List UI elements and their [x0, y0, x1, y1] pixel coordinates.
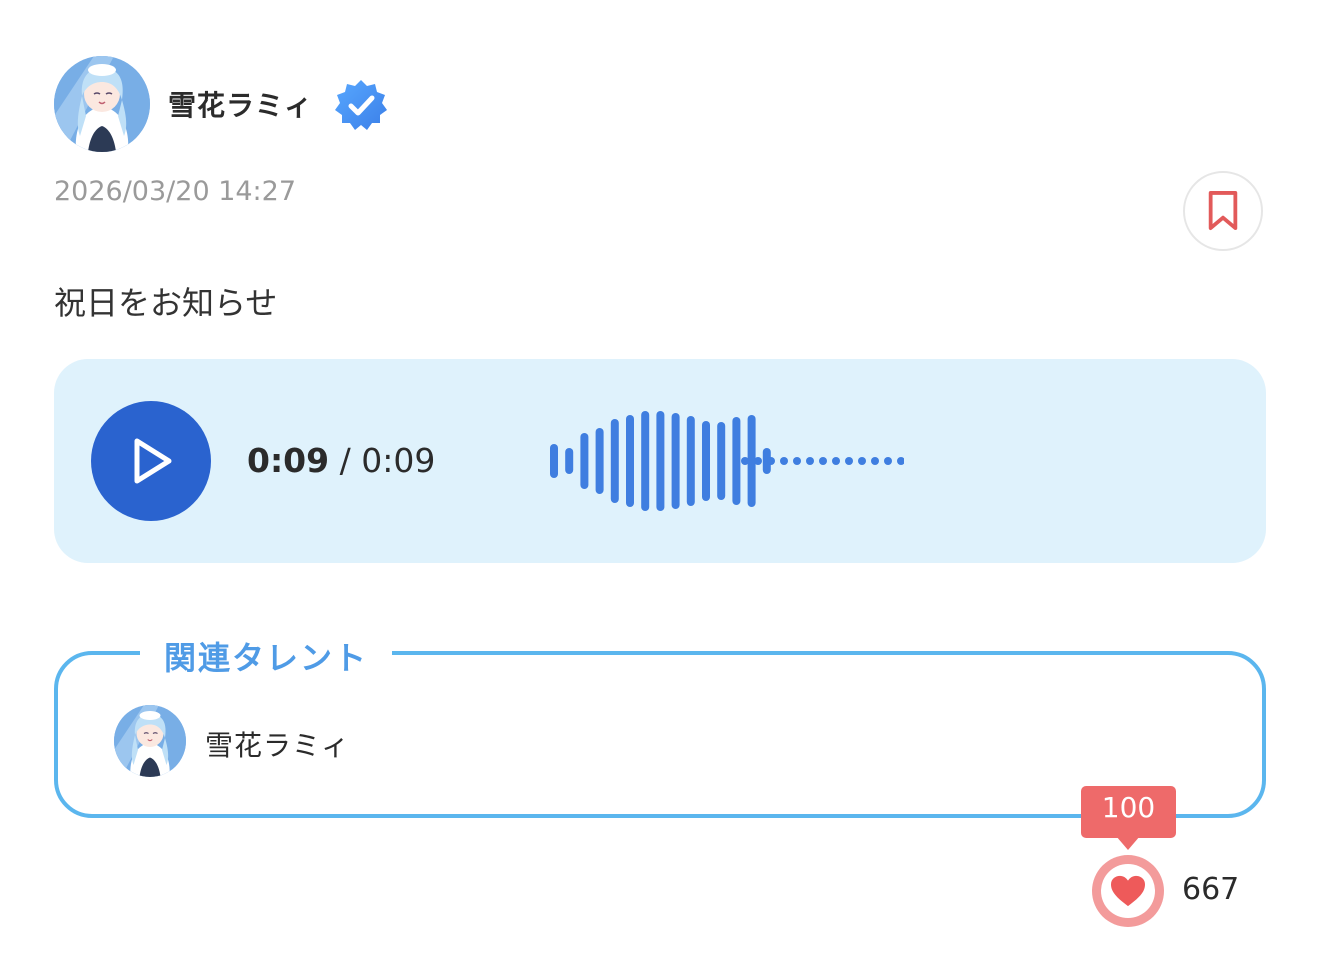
waveform-dot [806, 457, 814, 465]
avatar-image [114, 705, 186, 777]
post-body-text: 祝日をお知らせ [54, 284, 278, 322]
waveform-dot [858, 457, 866, 465]
audio-player: 0:09 / 0:09 [54, 359, 1266, 563]
waveform-dot [767, 457, 775, 465]
waveform-bar [702, 421, 710, 501]
audio-waveform[interactable] [484, 389, 904, 529]
post-timestamp: 2026/03/20 14:27 [54, 176, 297, 207]
badge-tail [1116, 836, 1140, 850]
verified-badge-icon [334, 78, 388, 132]
waveform-bar [732, 417, 741, 505]
time-readout: 0:09 / 0:09 [247, 441, 435, 480]
like-button[interactable] [1092, 855, 1164, 927]
waveform-bar [686, 416, 695, 506]
waveform-bar [580, 433, 589, 489]
waveform-dot [832, 457, 840, 465]
related-talent-title: 関連タレント [140, 636, 393, 680]
waveform-bar [641, 411, 650, 511]
like-count: 667 [1182, 872, 1240, 907]
author-avatar[interactable] [54, 56, 150, 152]
waveform-dot [780, 457, 788, 465]
bookmark-icon [1208, 191, 1238, 230]
waveform-dot [793, 457, 801, 465]
waveform-bar [595, 428, 604, 494]
reaction-count-badge: 100 [1081, 786, 1176, 838]
talent-name[interactable]: 雪花ラミィ [205, 724, 350, 764]
play-icon [134, 438, 172, 484]
waveform-dot [871, 457, 879, 465]
time-separator: / [339, 441, 351, 480]
waveform-bar [550, 444, 558, 478]
current-time: 0:09 [247, 441, 330, 480]
waveform-bar [626, 415, 634, 507]
heart-icon [1111, 875, 1145, 907]
waveform-dot [897, 457, 904, 465]
waveform-dot [884, 457, 892, 465]
waveform-bar [610, 419, 619, 503]
talent-avatar[interactable] [114, 705, 186, 777]
waveform-bar [656, 411, 665, 511]
like-button-inner [1101, 864, 1155, 918]
waveform-dot [754, 457, 762, 465]
waveform-dot [819, 457, 827, 465]
avatar-image [54, 56, 150, 152]
total-duration: 0:09 [361, 441, 436, 480]
waveform-bar [671, 413, 680, 509]
waveform-bar [565, 448, 574, 474]
author-name[interactable]: 雪花ラミィ [168, 84, 313, 124]
bookmark-button[interactable] [1183, 171, 1263, 251]
waveform-dot [845, 457, 853, 465]
play-button[interactable] [91, 401, 211, 521]
waveform-dot [741, 457, 749, 465]
waveform-bar [717, 422, 726, 500]
